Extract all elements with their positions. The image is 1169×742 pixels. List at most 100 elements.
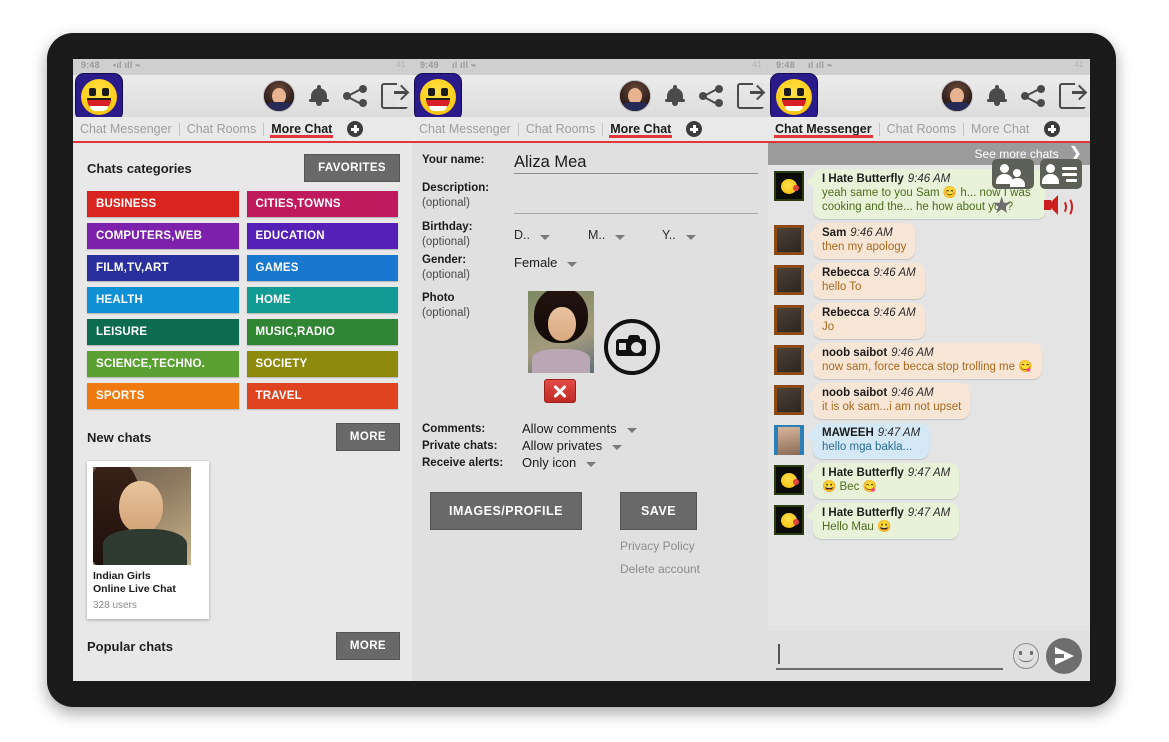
message-avatar[interactable] (774, 171, 804, 201)
save-button[interactable]: SAVE (619, 492, 698, 530)
tab-chat-rooms[interactable]: Chat Rooms (880, 122, 963, 136)
category-tile[interactable]: CITIES,TOWNS (246, 191, 398, 217)
profile-photo[interactable] (528, 291, 594, 373)
category-tile[interactable]: SCIENCE,TECHNO. (87, 351, 239, 377)
description-input[interactable] (514, 197, 758, 214)
bell-icon[interactable] (665, 85, 685, 107)
tab-chat-messenger[interactable]: Chat Messenger (768, 122, 879, 138)
send-button[interactable] (1046, 638, 1082, 674)
app-logo-icon[interactable] (770, 73, 818, 121)
birthday-year-select[interactable]: Y.. (662, 221, 736, 249)
category-tile[interactable]: FILM,TV,ART (87, 255, 239, 281)
category-label: HEALTH (96, 294, 143, 306)
popular-chats-more-button[interactable]: MORE (335, 632, 400, 660)
category-tile[interactable]: SOCIETY (246, 351, 398, 377)
chat-message[interactable]: noob saibot 9:46 AM it is ok sam...i am no… (768, 381, 1090, 421)
bell-icon[interactable] (309, 85, 329, 107)
share-icon[interactable] (1021, 85, 1045, 107)
add-icon[interactable] (686, 121, 703, 137)
receive-alerts-select[interactable]: Only icon (522, 455, 597, 470)
private-chats-select[interactable]: Allow privates (522, 438, 623, 453)
share-icon[interactable] (699, 85, 723, 107)
tab-label: More Chat (271, 122, 333, 136)
emoji-icon[interactable] (1013, 643, 1039, 669)
avatar[interactable] (263, 80, 295, 112)
add-icon[interactable] (1044, 121, 1061, 137)
bell-icon[interactable] (987, 85, 1007, 107)
chat-message[interactable]: I Hate Butterfly 9:47 AM 😀 Bec 😋 (768, 461, 1090, 501)
category-tile[interactable]: LEISURE (87, 319, 239, 345)
chat-room-card[interactable]: Indian Girls Online Live Chat 328 users (87, 461, 209, 619)
add-icon[interactable] (347, 121, 364, 137)
message-avatar[interactable] (774, 505, 804, 535)
message-avatar[interactable] (774, 265, 804, 295)
your-name-input[interactable]: Aliza Mea (514, 153, 758, 174)
tab-chat-messenger[interactable]: Chat Messenger (73, 122, 179, 136)
message-list[interactable]: I Hate Butterfly 9:46 AM yeah same to you … (768, 165, 1090, 631)
chat-message[interactable]: Rebecca 9:46 AM Jo (768, 301, 1090, 341)
chat-message-input[interactable] (776, 642, 1003, 670)
category-tile[interactable]: SPORTS (87, 383, 239, 409)
chat-room-name: Indian Girls Online Live Chat (93, 570, 203, 596)
category-tile[interactable]: HOME (246, 287, 398, 313)
tab-chat-rooms[interactable]: Chat Rooms (180, 122, 263, 136)
star-icon[interactable]: ★ (991, 194, 1012, 217)
message-avatar[interactable] (774, 345, 804, 375)
category-tile[interactable]: TRAVEL (246, 383, 398, 409)
category-tile[interactable]: HEALTH (87, 287, 239, 313)
chat-room-thumbnail (93, 467, 191, 565)
photo-label: Photo (optional) (422, 291, 514, 320)
new-chats-more-button[interactable]: MORE (335, 423, 400, 451)
category-tile[interactable]: GAMES (246, 255, 398, 281)
status-time: 9:48 (776, 60, 795, 70)
gender-select[interactable]: Female (514, 255, 578, 270)
category-tile[interactable]: BUSINESS (87, 191, 239, 217)
tab-more-chat[interactable]: More Chat (964, 122, 1036, 136)
sound-icon[interactable] (1044, 195, 1073, 217)
delete-photo-button[interactable] (544, 379, 576, 403)
group-users-icon[interactable] (992, 159, 1034, 189)
chat-message[interactable]: Sam 9:46 AM then my apology (768, 221, 1090, 261)
message-sender: Rebecca (822, 267, 870, 279)
comments-select[interactable]: Allow comments (522, 421, 637, 436)
app-logo-icon[interactable] (414, 73, 462, 121)
tab-more-chat[interactable]: More Chat (603, 122, 678, 138)
chat-message[interactable]: Rebecca 9:46 AM hello To (768, 261, 1090, 301)
share-icon[interactable] (343, 85, 367, 107)
message-header: I Hate Butterfly 9:47 AM (822, 467, 950, 479)
message-avatar[interactable] (774, 385, 804, 415)
category-tile[interactable]: MUSIC,RADIO (246, 319, 398, 345)
message-bubble: I Hate Butterfly 9:47 AM Hello Mau 😀 (805, 503, 960, 539)
tab-label: Chat Messenger (80, 122, 172, 136)
message-avatar[interactable] (774, 425, 804, 455)
birthday-day-select[interactable]: D.. (514, 221, 588, 249)
logout-icon[interactable] (381, 83, 410, 109)
chat-message[interactable]: noob saibot 9:46 AM now sam, force becca s… (768, 341, 1090, 381)
chat-message[interactable]: MAWEEH 9:47 AM hello mga bakla... (768, 421, 1090, 461)
favorites-button[interactable]: FAVORITES (304, 154, 400, 182)
privacy-policy-link[interactable]: Privacy Policy (620, 539, 700, 553)
message-avatar[interactable] (774, 305, 804, 335)
tab-chat-messenger[interactable]: Chat Messenger (412, 122, 518, 136)
category-label: SPORTS (96, 390, 145, 402)
camera-icon[interactable] (604, 319, 660, 375)
user-list-icon[interactable] (1040, 159, 1082, 189)
avatar[interactable] (619, 80, 651, 112)
avatar[interactable] (941, 80, 973, 112)
logout-icon[interactable] (737, 83, 766, 109)
app-logo-icon[interactable] (75, 73, 123, 121)
tab-chat-rooms[interactable]: Chat Rooms (519, 122, 602, 136)
delete-account-link[interactable]: Delete account (620, 562, 700, 576)
images-profile-button[interactable]: IMAGES/PROFILE (430, 492, 582, 530)
birthday-month-select[interactable]: M.. (588, 221, 662, 249)
chat-message[interactable]: I Hate Butterfly 9:47 AM Hello Mau 😀 (768, 501, 1090, 541)
tab-label: Chat Rooms (886, 122, 957, 136)
tab-more-chat[interactable]: More Chat (264, 122, 339, 138)
category-tile[interactable]: COMPUTERS,WEB (87, 223, 239, 249)
comments-label: Comments: (422, 422, 486, 435)
message-avatar[interactable] (774, 225, 804, 255)
tab-bar-3: Chat Messenger Chat Rooms More Chat (768, 117, 1090, 143)
category-tile[interactable]: EDUCATION (246, 223, 398, 249)
logout-icon[interactable] (1059, 83, 1088, 109)
message-avatar[interactable] (774, 465, 804, 495)
